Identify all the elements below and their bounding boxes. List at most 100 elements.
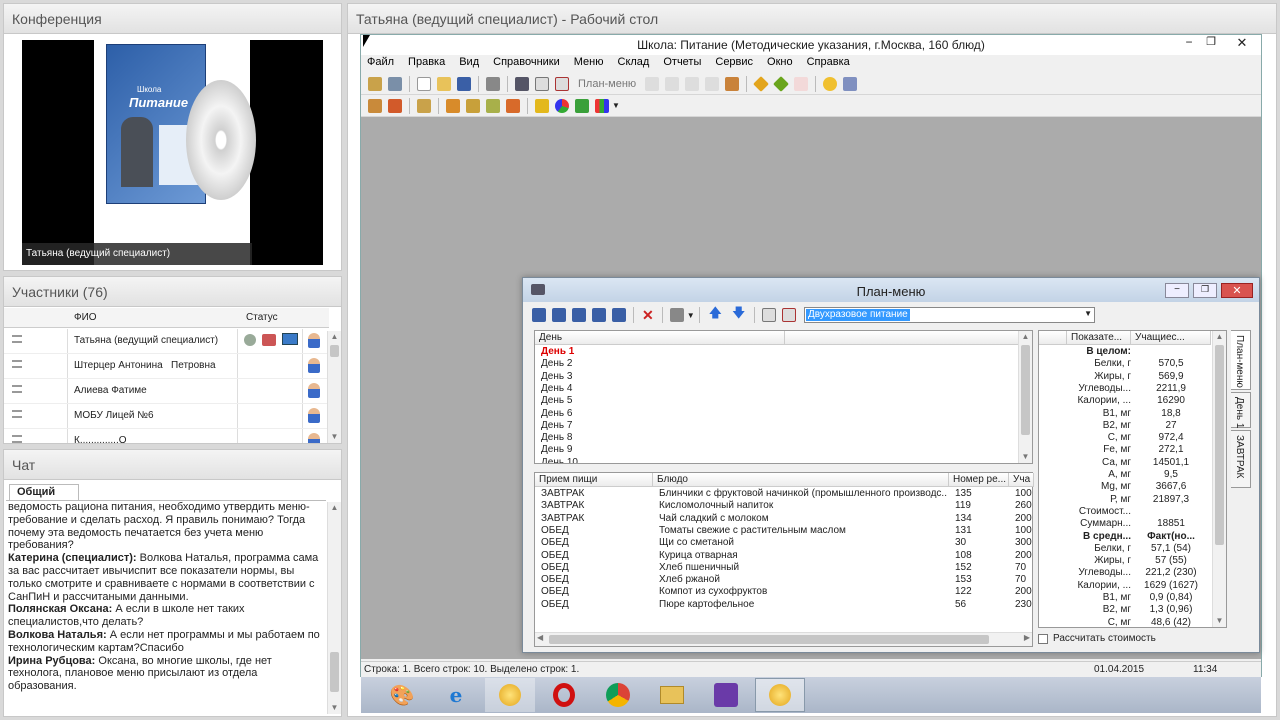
participants-scrollbar[interactable]: ▲ ▼ [327, 331, 341, 443]
scroll-thumb[interactable] [330, 345, 339, 357]
home-icon[interactable] [368, 76, 382, 91]
drag-handle-icon[interactable] [12, 410, 22, 418]
meal-row[interactable]: ОБЕД Пюре картофельное 56 230 [535, 599, 1034, 611]
package-icon[interactable] [725, 76, 740, 91]
meal-row[interactable]: ОБЕД Компот из сухофруктов 122 200 [535, 586, 1034, 598]
arrow-down-icon[interactable]: 🡇 [732, 304, 745, 326]
chat-scroll-up-icon[interactable]: ▲ [328, 502, 341, 514]
stat-row[interactable]: А, мг 9,5 [1039, 469, 1214, 481]
chevron-down-icon[interactable]: ▼ [1084, 309, 1092, 318]
plan-maximize-button[interactable]: ❐ [1193, 283, 1217, 298]
drag-handle-icon[interactable] [12, 360, 22, 368]
participant-row[interactable]: МОБУ Лицей №6 [4, 404, 329, 429]
drag-handle-icon[interactable] [12, 335, 22, 343]
food-icon[interactable] [446, 98, 460, 113]
vertical-tab[interactable]: ЗАВТРАК [1231, 430, 1251, 488]
diamond-green-icon[interactable] [773, 75, 790, 92]
day-row[interactable]: День 2 [541, 358, 781, 370]
diamond-icon[interactable] [753, 75, 770, 92]
file-explorer-icon[interactable] [647, 678, 697, 712]
day-row[interactable]: День 3 [541, 371, 781, 383]
check-icon[interactable] [535, 98, 549, 113]
stat-row[interactable]: В2, мг 27 [1039, 420, 1214, 432]
days-scroll-up-icon[interactable]: ▲ [1019, 331, 1032, 343]
users-icon[interactable] [388, 98, 402, 113]
menu-item[interactable]: Отчеты [663, 56, 701, 72]
print-icon[interactable] [486, 76, 500, 91]
meal-row[interactable]: ЗАВТРАК Кисломолочный напиток 119 260 [535, 500, 1034, 512]
meal-row[interactable]: ЗАВТРАК Чай сладкий с молоком 134 200 [535, 513, 1034, 525]
grid-copy-icon[interactable] [592, 308, 606, 322]
stats-scroll-up-icon[interactable]: ▲ [1213, 331, 1226, 343]
scroll-right-icon[interactable]: ▶ [1024, 633, 1030, 642]
scroll-left-icon[interactable]: ◀ [537, 633, 543, 642]
new-file-icon[interactable] [417, 76, 431, 91]
col-status-header[interactable]: Статус [246, 312, 278, 323]
grid-remove-icon[interactable] [612, 308, 626, 322]
meal-row[interactable]: ОБЕД Курица отварная 108 200 [535, 550, 1034, 562]
stat-row[interactable]: Жиры, г 569,9 [1039, 371, 1214, 383]
menu-item[interactable]: Правка [408, 56, 445, 72]
delete-icon[interactable]: ✕ [642, 307, 654, 324]
participant-row[interactable]: К..............О [4, 429, 329, 443]
meal-col-header[interactable]: Уча [1009, 473, 1034, 487]
vertical-tab[interactable]: План-меню [1231, 330, 1251, 390]
table-icon[interactable] [515, 76, 529, 91]
minimize-button[interactable]: − [1179, 35, 1199, 49]
meal-row[interactable]: ОБЕД Щи со сметаной 30 300 [535, 537, 1034, 549]
stats-scroll-thumb[interactable] [1215, 345, 1224, 545]
meal-col-header[interactable]: Прием пищи [535, 473, 653, 487]
meal-col-header[interactable]: Номер ре... [949, 473, 1009, 487]
font-color-icon[interactable] [782, 308, 797, 322]
stats-header-indicator[interactable]: Показате... [1067, 331, 1131, 345]
day-row[interactable]: День 9 [541, 444, 781, 456]
chat-scroll-down-icon[interactable]: ▼ [328, 702, 341, 714]
stat-row[interactable]: Са, мг 14501,1 [1039, 457, 1214, 469]
stat-row[interactable]: Углеводы... 221,2 (230) [1039, 567, 1214, 579]
scroll-up-icon[interactable]: ▲ [328, 331, 341, 343]
hscroll-thumb[interactable] [549, 635, 989, 644]
app-purple-icon[interactable] [701, 678, 751, 712]
day-row[interactable]: День 1 [541, 346, 781, 358]
chart-icon[interactable] [575, 98, 589, 113]
day-row[interactable]: День 5 [541, 395, 781, 407]
vertical-tab[interactable]: День 1 [1231, 392, 1251, 428]
internet-explorer-icon[interactable]: e [431, 678, 481, 712]
print-icon[interactable] [669, 308, 684, 322]
dropdown-arrow-icon[interactable]: ▼ [612, 101, 620, 110]
stat-row[interactable]: В1, мг 18,8 [1039, 408, 1214, 420]
stat-row[interactable]: С, мг 48,6 (42) [1039, 617, 1214, 627]
meal-row[interactable]: ОБЕД Хлеб ржаной 153 70 [535, 574, 1034, 586]
close-button[interactable]: ✕ [1229, 35, 1255, 51]
meal-row[interactable]: ОБЕД Хлеб пшеничный 152 70 [535, 562, 1034, 574]
stat-row[interactable]: Жиры, г 57 (55) [1039, 555, 1214, 567]
stat-row[interactable]: Калории, ... 16290 [1039, 395, 1214, 407]
font-color-icon[interactable] [555, 76, 569, 91]
stat-row[interactable]: В1, мг 0,9 (0,84) [1039, 592, 1214, 604]
stat-row[interactable]: Белки, г 570,5 [1039, 358, 1214, 370]
days-scrollbar[interactable]: ▲ ▼ [1018, 331, 1032, 463]
stat-row[interactable]: В2, мг 1,3 (0,96) [1039, 604, 1214, 616]
save-icon[interactable] [457, 76, 471, 91]
school-nutrition-app-2-icon[interactable] [755, 678, 805, 712]
grid-edit-icon[interactable] [552, 308, 566, 322]
menu-item[interactable]: Окно [767, 56, 793, 72]
opera-icon[interactable] [539, 678, 589, 712]
menu-item[interactable]: Справочники [493, 56, 560, 72]
food-icon[interactable] [466, 98, 480, 113]
stat-row[interactable]: С, мг 972,4 [1039, 432, 1214, 444]
calc-cost-option[interactable]: Рассчитать стоимость [1038, 633, 1156, 644]
days-scroll-thumb[interactable] [1021, 345, 1030, 435]
participant-row[interactable]: Алиева Фатиме [4, 379, 329, 404]
stats-scroll-down-icon[interactable]: ▼ [1213, 615, 1226, 627]
spellcheck-icon[interactable] [794, 76, 809, 91]
grid-insert-icon[interactable] [572, 308, 586, 322]
plan-menu-tool-label[interactable]: План-меню [578, 78, 636, 90]
day-row[interactable]: День 8 [541, 432, 781, 444]
days-scroll-down-icon[interactable]: ▼ [1019, 451, 1032, 463]
stats-header-students[interactable]: Учащиес... [1131, 331, 1211, 345]
meals-hscrollbar[interactable]: ◀ ▶ [535, 632, 1032, 646]
lock-icon[interactable] [417, 98, 431, 113]
chat-scrollbar[interactable]: ▲ ▼ [327, 502, 341, 714]
microphone-icon[interactable] [244, 334, 256, 346]
